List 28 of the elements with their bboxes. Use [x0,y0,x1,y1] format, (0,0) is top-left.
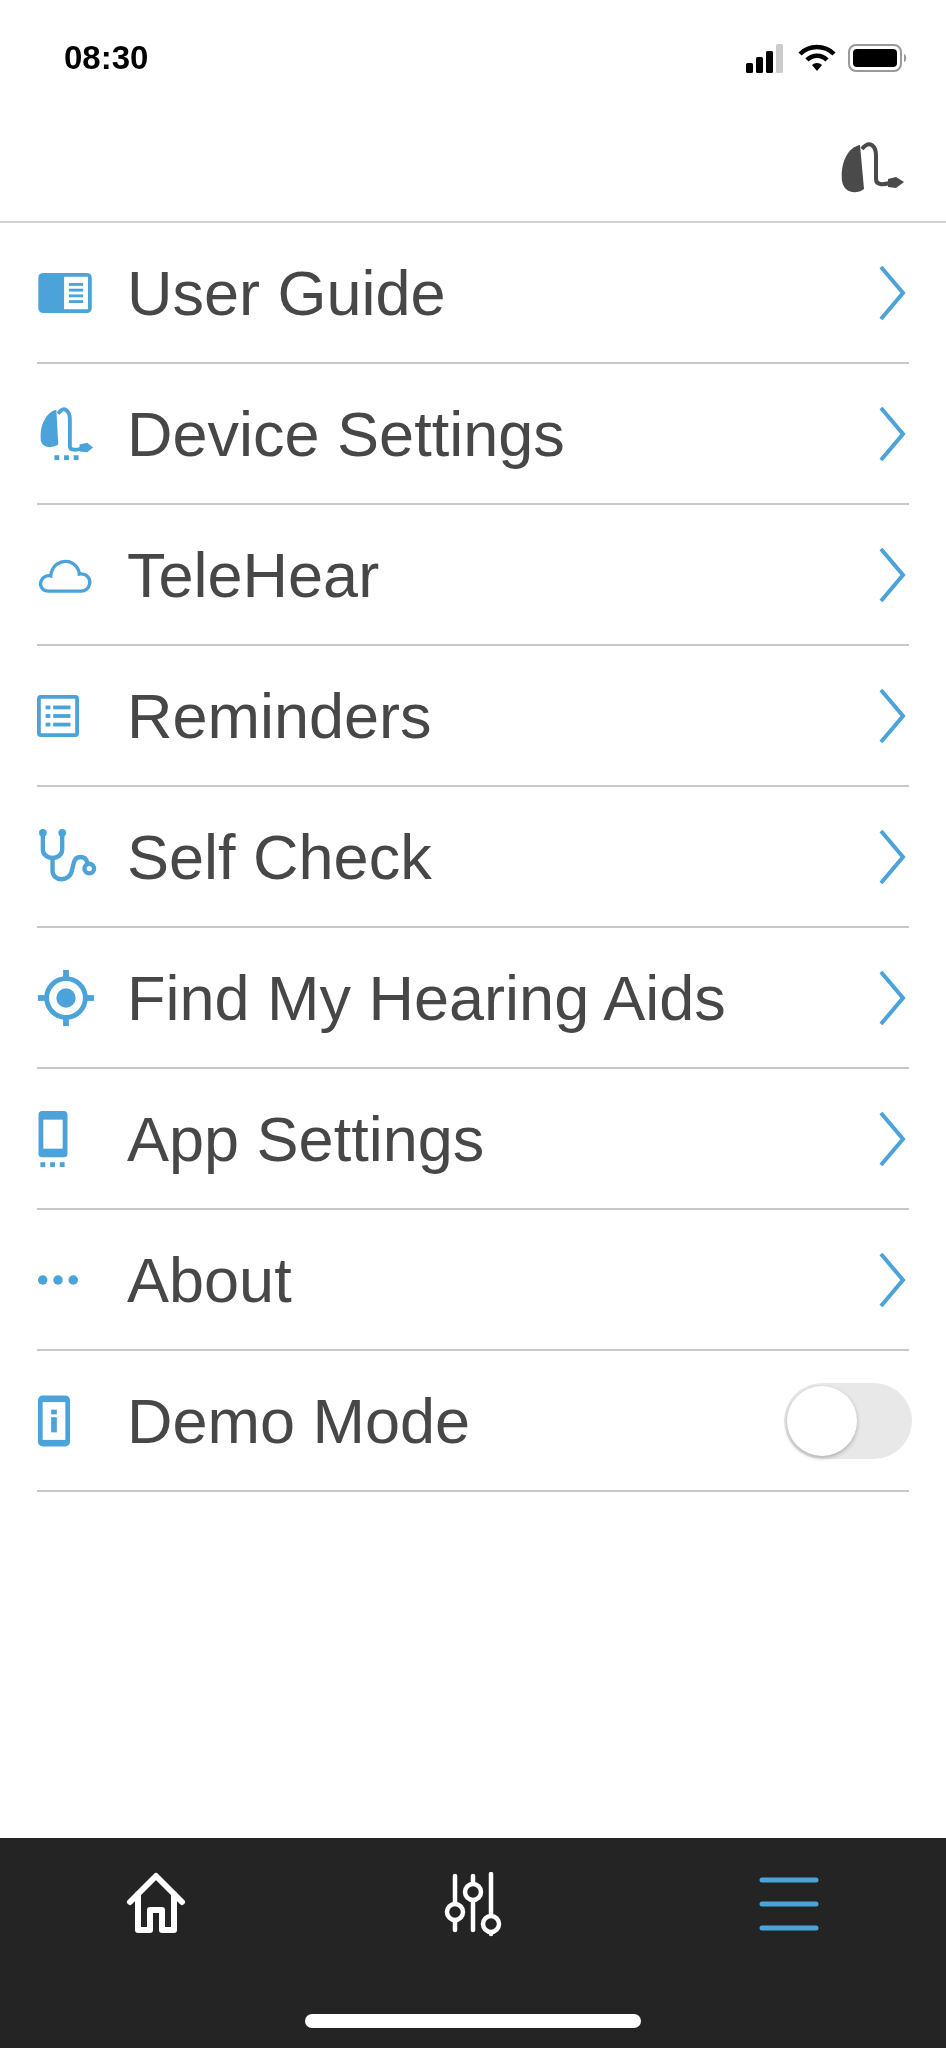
menu-item-label[interactable]: Demo Mode [127,1384,784,1457]
book-icon [37,271,95,314]
chevron-icon[interactable] [877,404,907,463]
menu-item-label[interactable]: TeleHear [127,538,877,611]
status-time: 08:30 [64,38,149,77]
list-icon [37,694,79,737]
menu-item-label[interactable]: Reminders [127,679,877,752]
signal-icon [746,42,786,73]
menu-item-label[interactable]: About [127,1243,877,1316]
more-icon [37,1273,79,1286]
chevron-icon[interactable] [877,1250,907,1309]
phone-icon [37,1109,69,1168]
chevron-icon[interactable] [877,545,907,604]
menu-item-label[interactable]: Find My Hearing Aids [127,961,877,1034]
menu-item-label[interactable]: Device Settings [127,397,877,470]
menu-item-label[interactable]: App Settings [127,1102,877,1175]
menu-item-label[interactable]: User Guide [127,256,877,329]
hearing-aid-icon[interactable] [840,141,906,195]
chevron-icon[interactable] [877,827,907,886]
chevron-icon[interactable] [877,263,907,322]
menu-item-label[interactable]: Self Check [127,820,877,893]
wifi-icon [798,43,836,72]
target-icon [37,968,95,1027]
info-icon [37,1393,71,1448]
chevron-icon[interactable] [877,1109,907,1168]
chevron-icon[interactable] [877,686,907,745]
chevron-icon[interactable] [877,968,907,1027]
battery-icon [848,42,908,73]
